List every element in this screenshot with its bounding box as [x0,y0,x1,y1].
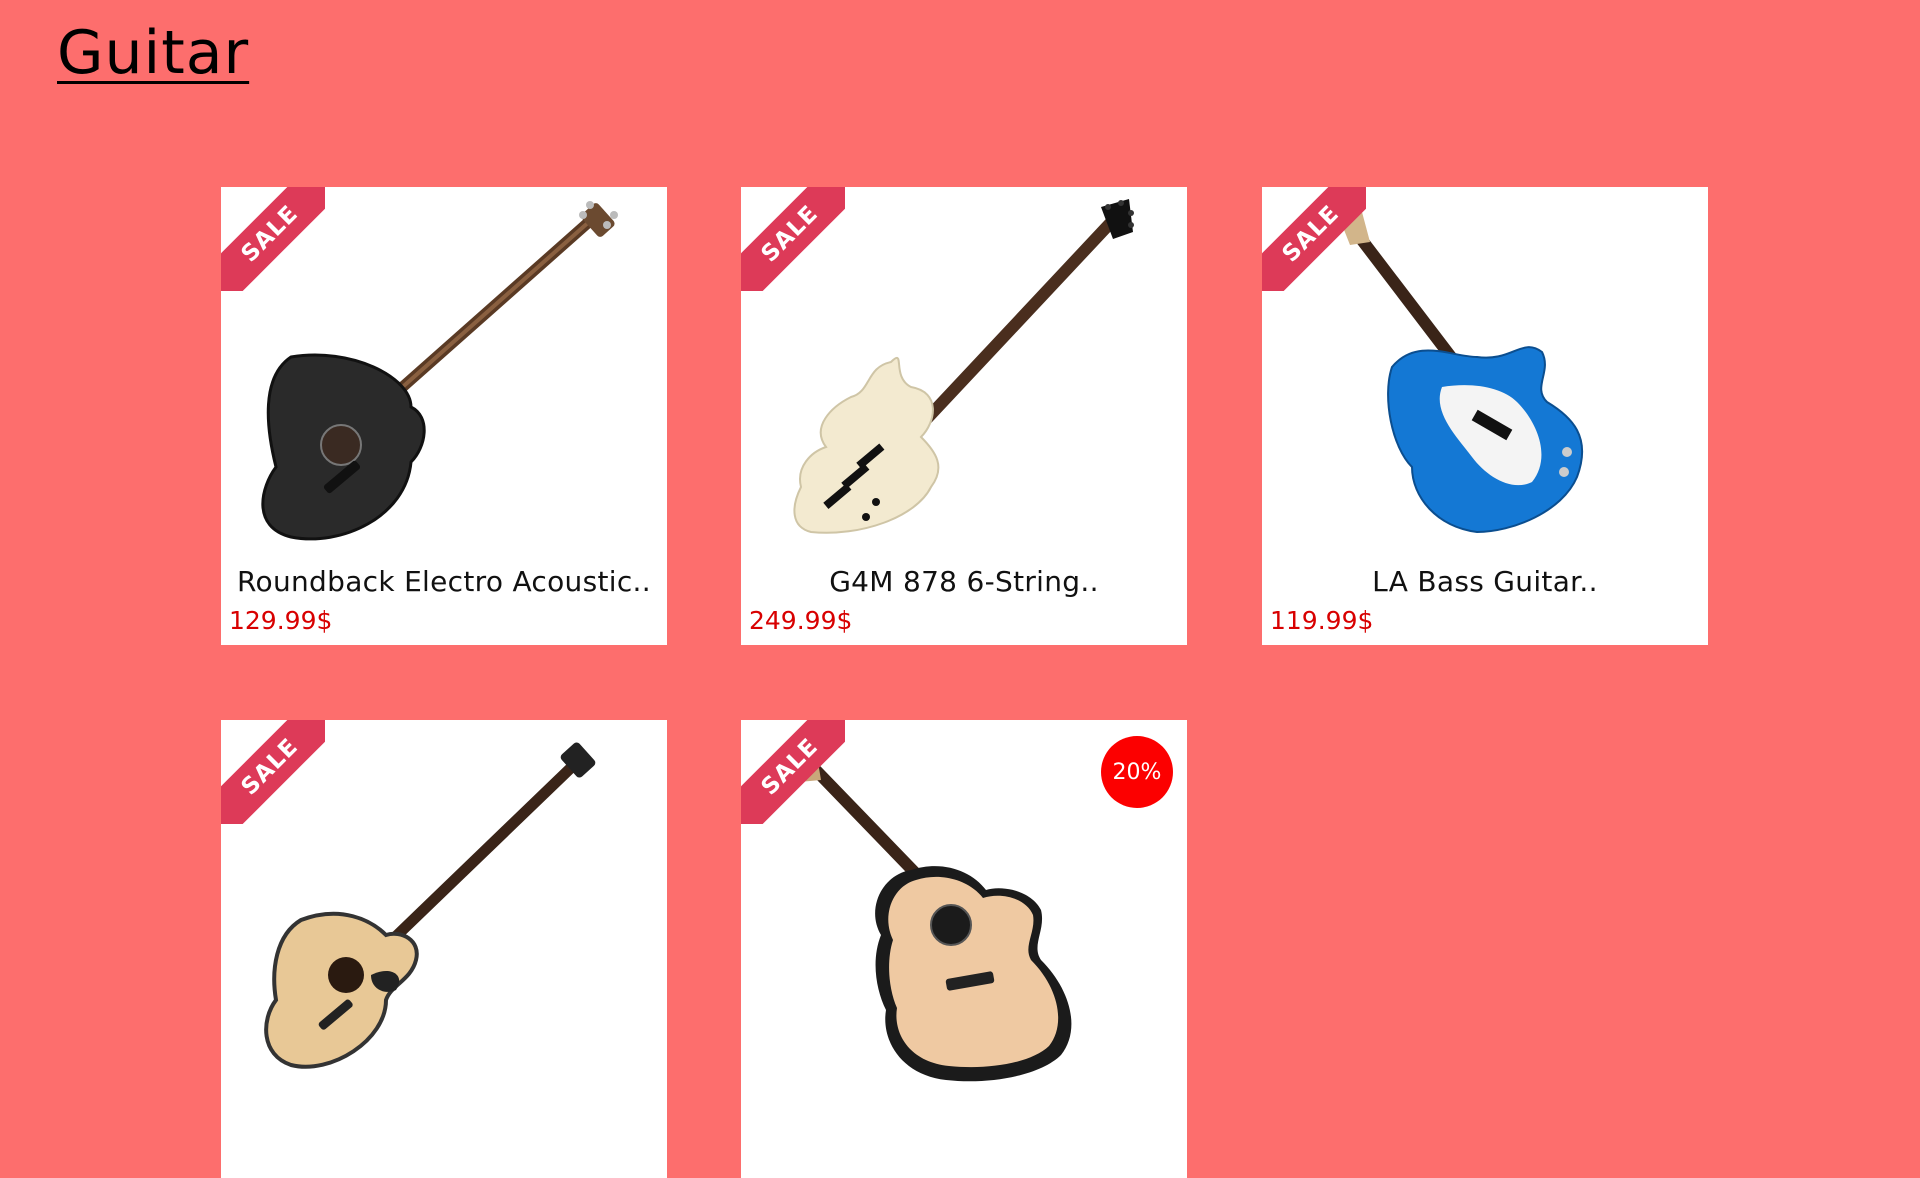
product-price: 119.99$ [1270,606,1374,635]
sale-label: SALE [236,200,304,268]
product-price: 249.99$ [749,606,853,635]
product-name[interactable]: G4M 878 6-String.. [741,565,1187,598]
discount-badge: 20% [1101,736,1173,808]
sale-ribbon: SALE [1262,187,1366,291]
page-title: Guitar [57,18,250,88]
sale-ribbon: SALE [741,720,845,824]
sale-label: SALE [236,733,304,801]
product-card[interactable]: SALE G4M 878 6-String.. 249.99$ [741,187,1187,645]
product-name[interactable]: LA Bass Guitar.. [1262,565,1708,598]
product-card[interactable]: SALE [221,720,667,1178]
sale-ribbon: SALE [221,187,325,291]
sale-ribbon: SALE [741,187,845,291]
sale-label: SALE [756,200,824,268]
product-price: 129.99$ [229,606,333,635]
product-name[interactable]: Roundback Electro Acoustic.. [221,565,667,598]
sale-label: SALE [1277,200,1345,268]
product-card[interactable]: SALE Roundback Electro Acoustic.. 129.99… [221,187,667,645]
sale-label: SALE [756,733,824,801]
product-card[interactable]: SALE LA Bass Guitar.. 119.99$ [1262,187,1708,645]
sale-ribbon: SALE [221,720,325,824]
product-card[interactable]: SALE 20% [741,720,1187,1178]
